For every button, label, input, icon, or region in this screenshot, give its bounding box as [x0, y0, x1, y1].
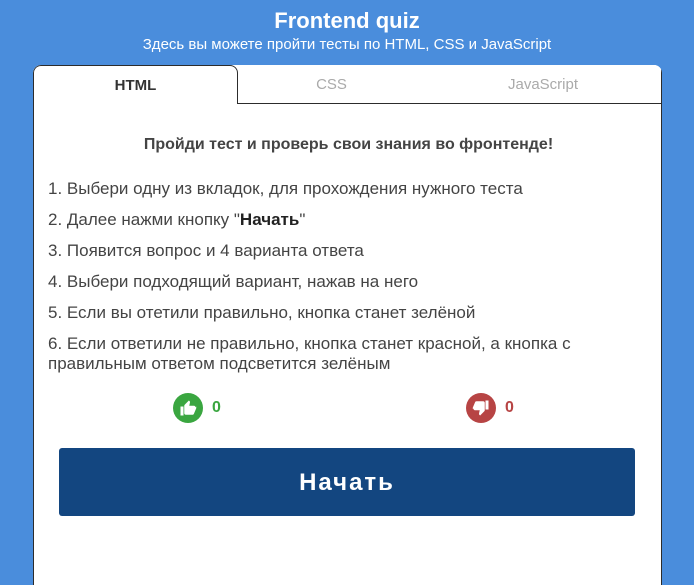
wrong-score: 0	[466, 393, 514, 423]
instruction-step: 5. Если вы отетили правильно, кнопка ста…	[48, 303, 476, 322]
tab-css[interactable]: CSS	[238, 65, 425, 104]
tab-javascript[interactable]: JavaScript	[425, 65, 662, 104]
instruction-step: 4. Выбери подходящий вариант, нажав на н…	[48, 272, 419, 291]
instruction-step-text: "	[299, 210, 306, 229]
instruction-step: 1. Выбери одну из вкладок, для прохожден…	[48, 179, 523, 198]
instruction-step-text: 2. Далее нажми кнопку "	[48, 210, 240, 229]
start-button[interactable]: Начать	[59, 448, 635, 516]
tab-bar: HTML CSS JavaScript	[33, 65, 662, 104]
quiz-card: HTML CSS JavaScript Пройди тест и провер…	[33, 65, 662, 585]
intro-heading: Пройди тест и проверь свои знания во фро…	[143, 136, 554, 153]
thumbs-down-icon	[466, 393, 496, 423]
thumbs-up-icon	[173, 393, 203, 423]
correct-count: 0	[212, 399, 221, 416]
instruction-step: 2. Далее нажми кнопку "Начать"	[48, 210, 648, 230]
tab-content: Пройди тест и проверь свои знания во фро…	[33, 104, 662, 585]
correct-score: 0	[173, 393, 221, 423]
app-subtitle: Здесь вы можете пройти тесты по HTML, CS…	[142, 36, 552, 53]
wrong-count: 0	[505, 399, 514, 416]
instruction-step: 3. Появится вопрос и 4 варианта ответа	[48, 241, 364, 260]
tab-html[interactable]: HTML	[33, 65, 238, 104]
instructions-list: 1. Выбери одну из вкладок, для прохожден…	[48, 179, 648, 385]
instruction-step-emphasis: Начать	[239, 210, 300, 229]
header: Frontend quiz Здесь вы можете пройти тес…	[0, 0, 694, 66]
app-title: Frontend quiz	[274, 8, 420, 33]
instruction-step: 6. Если ответили не правильно, кнопка ст…	[48, 334, 571, 373]
